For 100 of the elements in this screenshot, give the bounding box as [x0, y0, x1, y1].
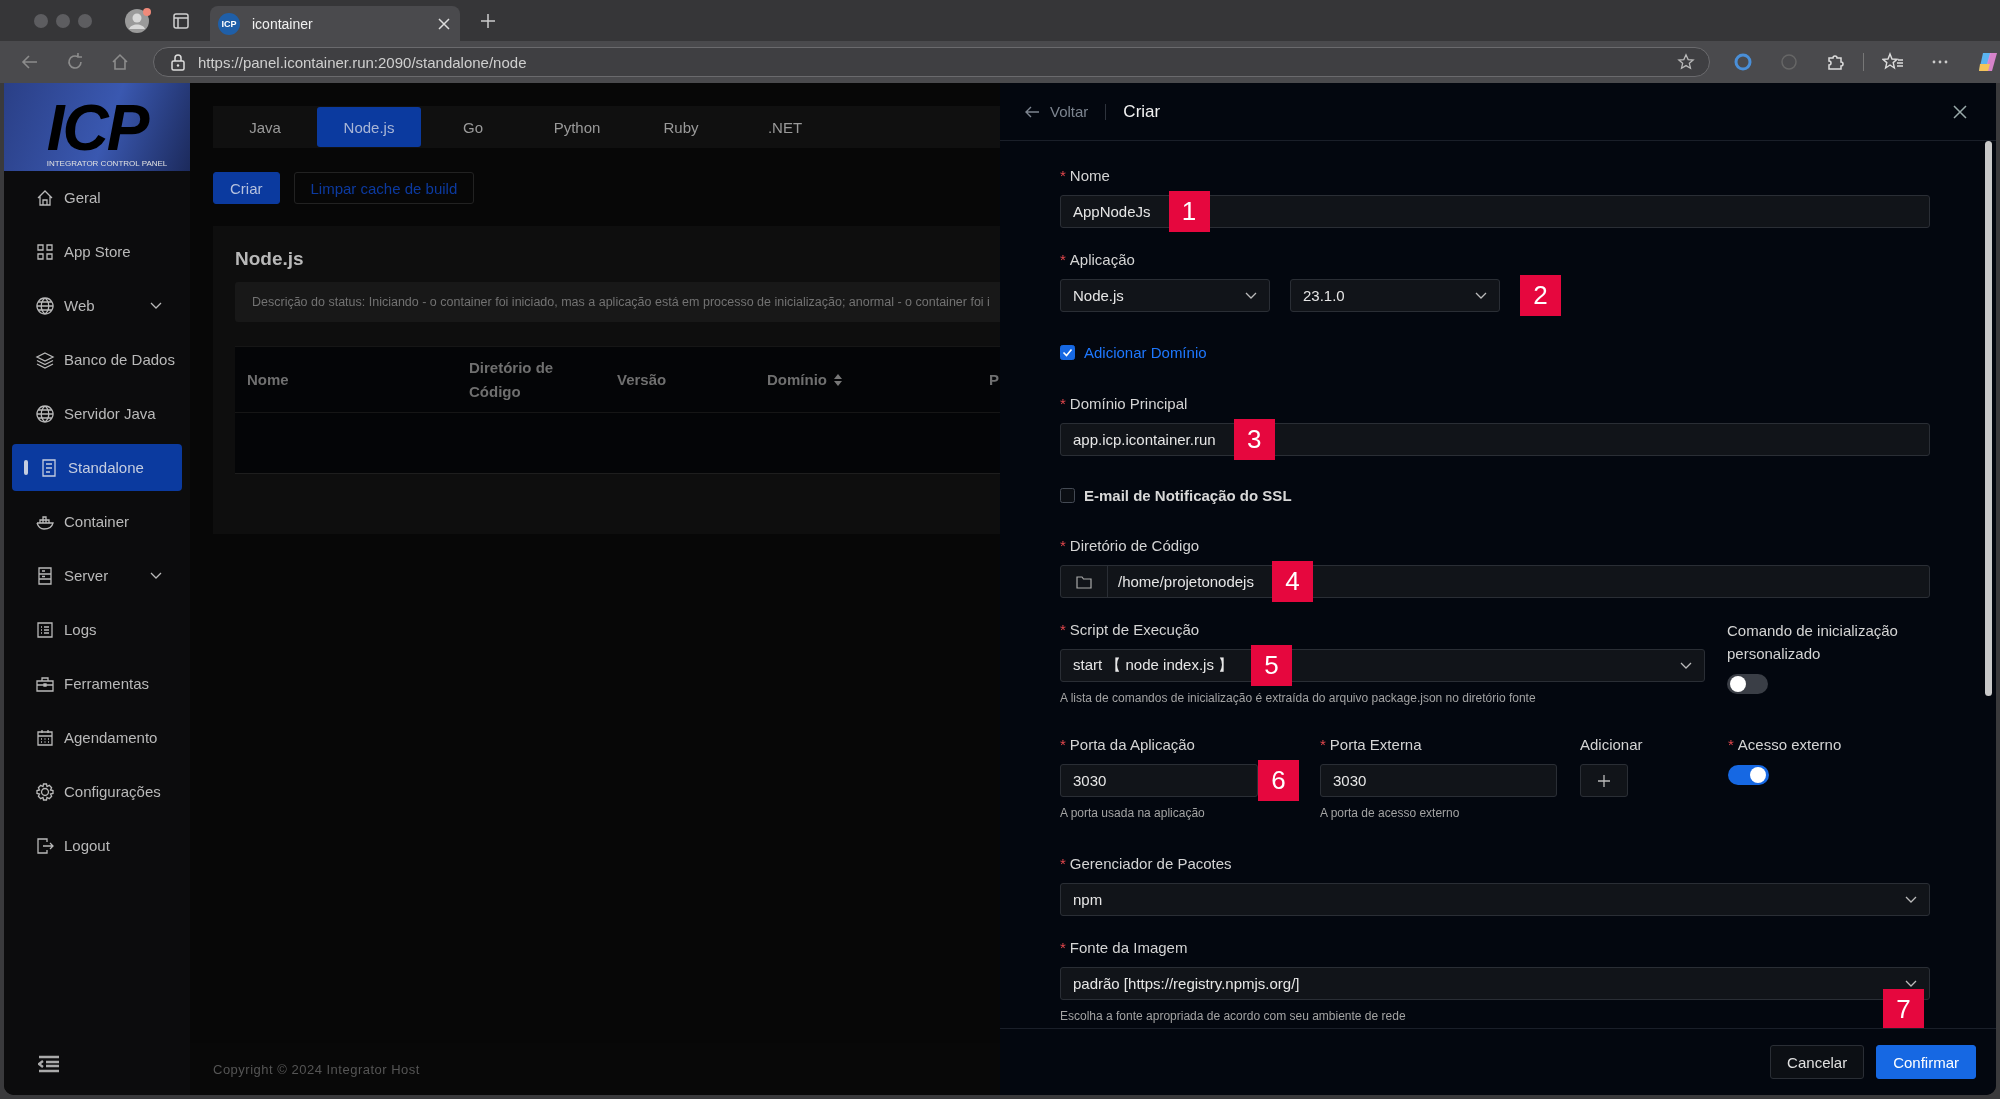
field-label: Comando de inicialização personalizado: [1727, 621, 1899, 664]
column-header: Diretório de Código: [469, 357, 555, 402]
cancel-button[interactable]: Cancelar: [1770, 1045, 1865, 1079]
arrow-left-icon: [1024, 104, 1040, 119]
app-port-input[interactable]: 3030: [1060, 764, 1258, 797]
number-badge: 2: [1520, 275, 1561, 316]
favicon: ICP: [218, 12, 240, 35]
number-badge: 4: [1271, 561, 1313, 602]
checkbox-label[interactable]: E-mail de Notificação do SSL: [1084, 487, 1292, 504]
field-label: * Nome: [1060, 166, 1111, 186]
close-icon[interactable]: [1952, 103, 1968, 120]
field-label: * Script de Execução: [1060, 620, 1201, 640]
sidebar-item[interactable]: Standalone: [12, 444, 182, 491]
sidebar-item[interactable]: App Store: [12, 228, 182, 275]
globe-icon: [35, 403, 55, 424]
number-badge: 3: [1233, 419, 1275, 460]
package-manager-select[interactable]: npm: [1060, 883, 1930, 916]
toggle-switch[interactable]: [1728, 765, 1769, 785]
scrollbar[interactable]: [1985, 141, 1992, 696]
number-badge: 1: [1168, 191, 1210, 232]
logout-icon: [35, 835, 55, 856]
field-label: * Aplicação: [1060, 250, 1136, 270]
chevron-down-icon: [150, 571, 162, 580]
field-hint: A lista de comandos de inicialização é extraída do arquivo package.json no diretório fonte: [1060, 691, 1537, 705]
field-hint: A porta usada na aplicação: [1060, 806, 1206, 820]
number-badge: 7: [1883, 989, 1924, 1028]
chevron-down-icon: [1905, 895, 1917, 904]
document-icon: [39, 457, 59, 478]
server-icon: [35, 565, 55, 586]
sidebar-item[interactable]: Agendamento: [12, 714, 182, 761]
chevron-down-icon: [150, 301, 162, 310]
lock-icon: [169, 53, 186, 71]
version-select[interactable]: 23.1.0: [1290, 279, 1500, 312]
sidebar-item[interactable]: Servidor Java: [12, 390, 182, 437]
field-label: * Fonte da Imagem: [1060, 938, 1189, 958]
sort-icon[interactable]: [833, 372, 843, 387]
toggle-switch[interactable]: [1727, 674, 1768, 694]
field-label: * Domínio Principal: [1060, 394, 1189, 414]
tab[interactable]: .NET: [733, 107, 837, 147]
checkbox-label[interactable]: Adicionar Domínio: [1084, 344, 1207, 361]
add-button[interactable]: [1580, 764, 1628, 797]
sidebar-item[interactable]: Container: [12, 498, 182, 545]
field-label: * Porta da Aplicação: [1060, 735, 1196, 755]
chevron-down-icon: [1905, 979, 1917, 988]
sidebar-item[interactable]: Configurações: [12, 768, 182, 815]
address-bar[interactable]: https://panel.icontainer.run:2090/standalone/node: [152, 47, 1710, 77]
field-label: Adicionar: [1580, 735, 1644, 755]
list-icon: [35, 619, 55, 640]
field-label: * Porta Externa: [1320, 735, 1423, 755]
column-header: Versão: [617, 369, 667, 390]
sidebar-item[interactable]: Geral: [12, 174, 182, 221]
tab[interactable]: Go: [421, 107, 525, 147]
image-source-select[interactable]: padrão [https://registry.npmjs.org/]: [1060, 967, 1930, 1000]
tab[interactable]: Java: [213, 107, 317, 147]
new-tab-icon[interactable]: [480, 12, 496, 29]
chevron-down-icon: [1245, 291, 1257, 300]
runtime-select[interactable]: Node.js: [1060, 279, 1270, 312]
settings-icon: [35, 781, 55, 802]
profile-avatar-icon[interactable]: [124, 6, 152, 35]
field-label: * Acesso externo: [1728, 735, 1843, 755]
plus-icon: [1597, 773, 1611, 788]
star-icon[interactable]: [1677, 53, 1695, 71]
sidebar-item[interactable]: Logs: [12, 606, 182, 653]
favorites-icon[interactable]: [1882, 52, 1904, 72]
checkbox[interactable]: [1060, 488, 1075, 503]
tab[interactable]: Node.js: [317, 107, 421, 147]
card-title: Node.js: [235, 248, 305, 270]
sidebar-item[interactable]: Server: [12, 552, 182, 599]
field-label: * Gerenciador de Pacotes: [1060, 854, 1233, 874]
drawer-title: Criar: [1123, 101, 1162, 122]
browser-tab[interactable]: ICP icontainer: [210, 6, 460, 41]
number-badge: 6: [1258, 760, 1299, 801]
sidebar-item[interactable]: Banco de Dados: [12, 336, 182, 383]
assistant-icon[interactable]: [1976, 50, 2000, 74]
collapse-menu-icon[interactable]: [38, 1055, 60, 1073]
copyright: Copyright © 2024 Integrator Host: [213, 1061, 420, 1077]
chevron-down-icon: [1680, 661, 1692, 670]
tab-panel-icon[interactable]: [172, 11, 190, 30]
field-hint: A porta de acesso externo: [1320, 806, 1461, 820]
number-badge: 5: [1251, 645, 1293, 686]
status-note: Descrição do status: Iniciando - o container foi iniciado, mas a aplicação está em processo de inicialização; anormal - o container foi i: [235, 282, 1000, 322]
grid-icon: [35, 241, 55, 262]
chevron-down-icon: [1475, 291, 1487, 300]
checkbox[interactable]: [1060, 345, 1075, 360]
sidebar-item[interactable]: Ferramentas: [12, 660, 182, 707]
tab[interactable]: Ruby: [629, 107, 733, 147]
confirm-button[interactable]: Confirmar: [1876, 1045, 1976, 1079]
circle-logo-icon[interactable]: [1733, 52, 1753, 72]
field-label: * Diretório de Código: [1060, 536, 1201, 556]
folder-icon[interactable]: [1076, 574, 1092, 589]
home-icon[interactable]: [109, 52, 130, 72]
back-link[interactable]: Voltar: [1024, 103, 1089, 120]
external-port-input[interactable]: 3030: [1320, 764, 1557, 797]
globe-icon: [35, 295, 55, 316]
puzzle-icon[interactable]: [1825, 52, 1845, 72]
create-button[interactable]: Criar: [213, 172, 280, 204]
sidebar-item[interactable]: Logout: [12, 822, 182, 869]
sidebar-item[interactable]: Web: [12, 282, 182, 329]
column-header[interactable]: Domínio: [767, 367, 843, 392]
tab[interactable]: Python: [525, 107, 629, 147]
